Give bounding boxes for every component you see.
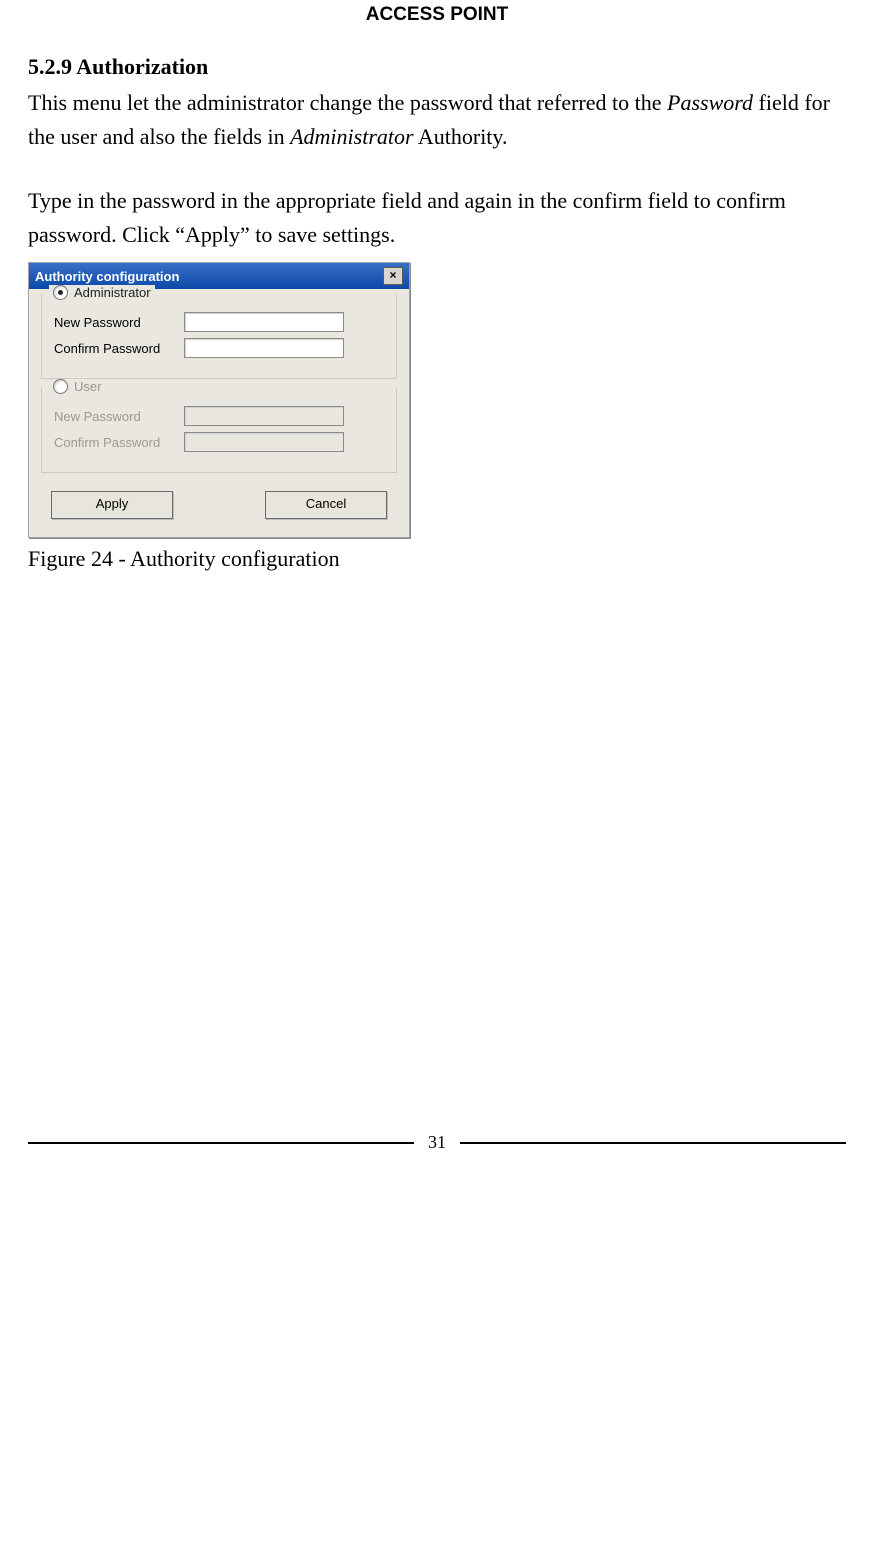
page-footer: 31 [28,1132,846,1171]
input-user-confirm-password [184,432,344,452]
section-heading-authorization: 5.2.9 Authorization [28,54,846,80]
input-admin-new-password[interactable] [184,312,344,332]
divider [460,1142,846,1144]
label-admin-confirm-password: Confirm Password [54,341,184,356]
figure-caption: Figure 24 - Authority configuration [28,546,846,572]
radio-icon[interactable] [53,379,68,394]
label-user-new-password: New Password [54,409,184,424]
radio-label-user: User [74,379,101,394]
paragraph-1: This menu let the administrator change t… [28,86,846,154]
label-admin-new-password: New Password [54,315,184,330]
group-administrator: Administrator New Password Confirm Passw… [41,293,397,379]
radio-user[interactable]: User [49,379,105,394]
radio-icon[interactable] [53,285,68,300]
text: Type in the password in the appropriate … [28,188,786,247]
radio-label-administrator: Administrator [74,285,151,300]
input-user-new-password [184,406,344,426]
cancel-button[interactable]: Cancel [265,491,387,519]
close-icon[interactable]: × [383,267,403,285]
label-user-confirm-password: Confirm Password [54,435,184,450]
text-italic-apply: Apply” [185,222,250,247]
text: to save settings. [250,222,395,247]
text-italic-administrator: Administrator [290,124,413,149]
text: Authority. [414,124,508,149]
authority-config-dialog: Authority configuration × Administrator … [28,262,410,538]
text-italic-password: Password [667,90,753,115]
page-number: 31 [428,1132,446,1153]
dialog-title-text: Authority configuration [35,269,179,284]
group-user: User New Password Confirm Password [41,387,397,473]
apply-button[interactable]: Apply [51,491,173,519]
page-header: ACCESS POINT [28,0,846,34]
text: This menu let the administrator change t… [28,90,667,115]
divider [28,1142,414,1144]
input-admin-confirm-password[interactable] [184,338,344,358]
paragraph-2: Type in the password in the appropriate … [28,184,846,252]
radio-administrator[interactable]: Administrator [49,285,155,300]
